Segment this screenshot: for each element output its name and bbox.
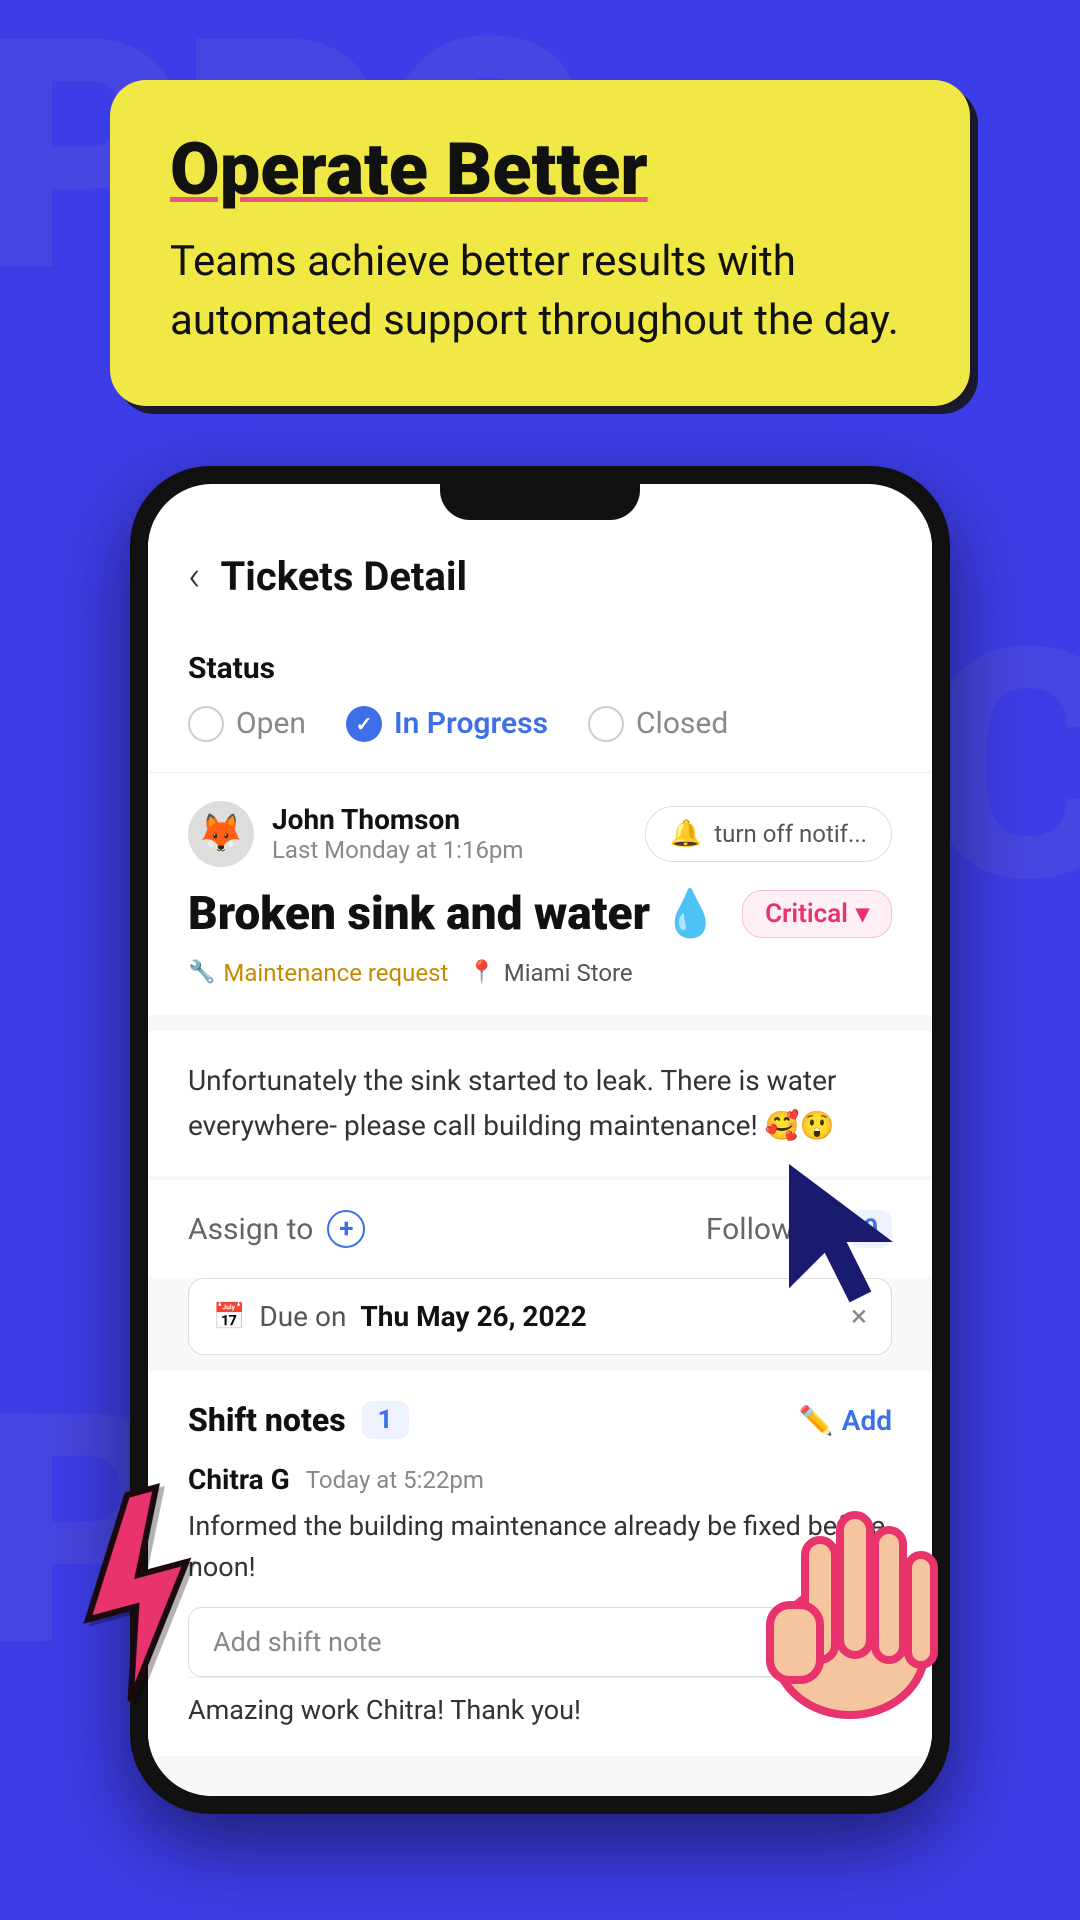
user-name: John Thomson (272, 803, 523, 836)
edit-icon: ✏️ (799, 1404, 834, 1437)
due-date-value: Thu May 26, 2022 (360, 1300, 586, 1333)
tag-maintenance-label: Maintenance request (223, 959, 448, 987)
shift-notes-header: Shift notes 1 ✏️ Add (188, 1401, 892, 1439)
radio-open[interactable] (188, 706, 224, 742)
status-inprogress-label: In Progress (394, 706, 548, 741)
assign-to-label: Assign to (188, 1212, 313, 1247)
assign-plus-button[interactable]: + (327, 1210, 365, 1248)
priority-label: Critical (765, 899, 848, 929)
hand-emoji-decoration (750, 1460, 970, 1724)
due-on-label: Due on (259, 1300, 346, 1333)
user-info: 🦊 John Thomson Last Monday at 1:16pm (188, 801, 523, 867)
tag-maintenance[interactable]: 🔧 Maintenance request (188, 959, 448, 987)
status-option-closed[interactable]: Closed (588, 706, 728, 742)
priority-arrow: ▾ (856, 899, 869, 929)
note-time: Today at 5:22pm (306, 1466, 484, 1494)
description-text: Unfortunately the sink started to leak. … (188, 1059, 892, 1149)
ticket-title-section: Broken sink and water 💧 Critical ▾ 🔧 Mai… (148, 867, 932, 1015)
page-content: Operate Better Teams achieve better resu… (0, 0, 1080, 1814)
status-closed-label: Closed (636, 706, 728, 741)
cursor-arrow-decoration (770, 1146, 930, 1330)
shift-notes-title: Shift notes (188, 1401, 346, 1439)
status-option-open[interactable]: Open (188, 706, 306, 742)
wrench-icon: 🔧 (188, 960, 215, 985)
notif-button[interactable]: 🔔 turn off notif... (645, 806, 892, 862)
avatar: 🦊 (188, 801, 254, 867)
status-options: Open In Progress Closed (188, 706, 892, 742)
calendar-icon: 📅 (213, 1302, 245, 1332)
status-section: Status Open In Progress (148, 621, 932, 773)
radio-inprogress[interactable] (346, 706, 382, 742)
notif-label: turn off notif... (714, 820, 867, 848)
ticket-title-row: Broken sink and water 💧 Critical ▾ (188, 887, 892, 941)
due-date-content: 📅 Due on Thu May 26, 2022 (213, 1300, 587, 1333)
add-shift-note-button[interactable]: ✏️ Add (799, 1404, 892, 1437)
user-time: Last Monday at 1:16pm (272, 836, 523, 864)
bell-icon: 🔔 (670, 819, 702, 849)
tag-location-label: Miami Store (504, 959, 633, 987)
phone-wrapper: ‹ Tickets Detail Status Open (130, 466, 950, 1815)
hero-title: Operate Better (170, 130, 910, 209)
back-button[interactable]: ‹ (188, 552, 201, 601)
location-icon: 📍 (468, 960, 495, 985)
user-info-row: 🦊 John Thomson Last Monday at 1:16pm 🔔 t… (148, 773, 932, 867)
phone-notch (440, 484, 640, 520)
status-open-label: Open (236, 706, 306, 741)
shift-notes-title-row: Shift notes 1 (188, 1401, 409, 1439)
hero-card: Operate Better Teams achieve better resu… (110, 80, 970, 406)
note-author: Chitra G (188, 1463, 290, 1496)
page-title: Tickets Detail (221, 553, 468, 600)
hero-subtitle: Teams achieve better results with automa… (170, 233, 910, 351)
assign-to-section: Assign to + (188, 1210, 365, 1248)
radio-closed[interactable] (588, 706, 624, 742)
ticket-title: Broken sink and water 💧 (188, 887, 719, 941)
app-header: ‹ Tickets Detail (148, 520, 932, 621)
shift-notes-count: 1 (362, 1401, 409, 1439)
status-label: Status (188, 651, 892, 686)
tag-location[interactable]: 📍 Miami Store (468, 959, 632, 987)
tags-row: 🔧 Maintenance request 📍 Miami Store (188, 959, 892, 987)
status-option-inprogress[interactable]: In Progress (346, 706, 548, 742)
user-details: John Thomson Last Monday at 1:16pm (272, 803, 523, 864)
priority-badge[interactable]: Critical ▾ (742, 890, 892, 938)
